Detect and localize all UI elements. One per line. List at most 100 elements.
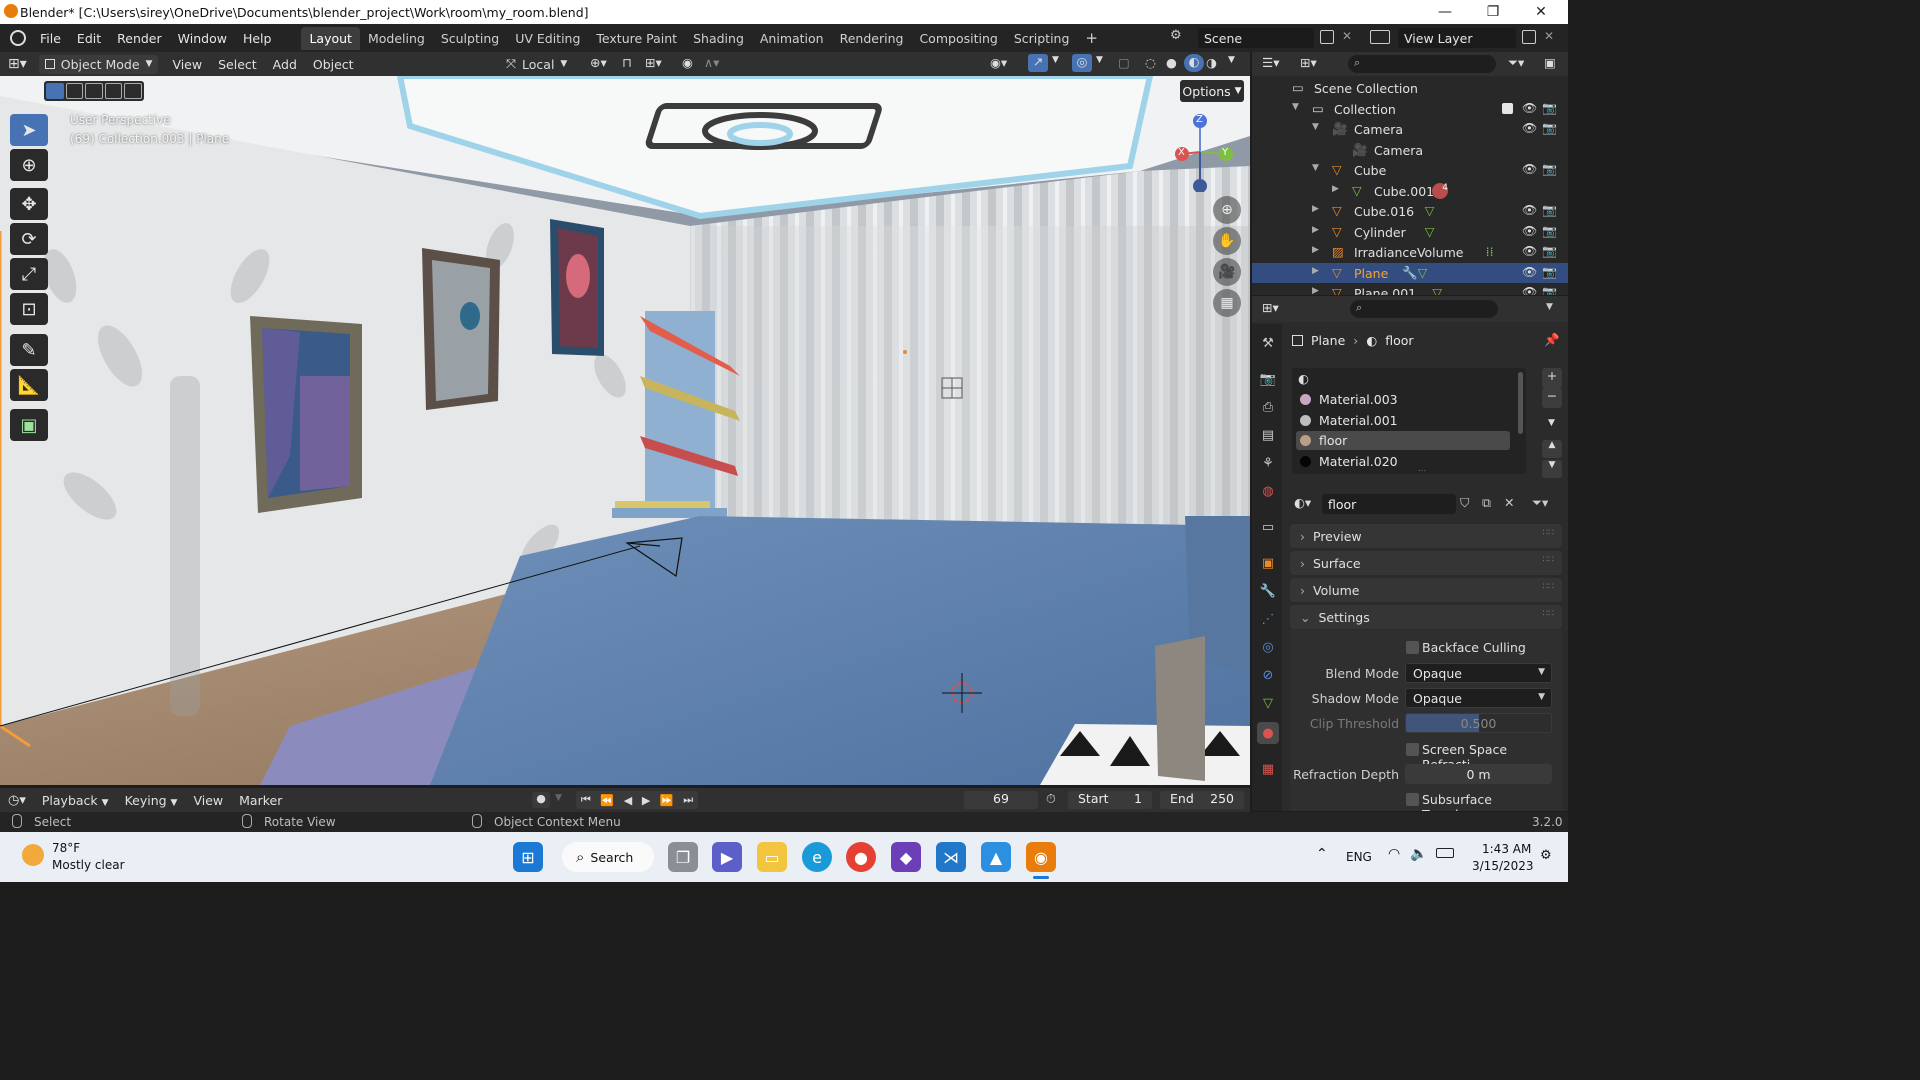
snap-target-icon[interactable]: ⊞▾ (645, 55, 662, 70)
menu-window[interactable]: Window (170, 31, 235, 46)
drag-handle-icon[interactable]: ∷∷ (1543, 555, 1554, 565)
eye-icon[interactable]: 👁 (1522, 244, 1537, 258)
menu-select[interactable]: Select (210, 55, 265, 74)
next-keyframe-icon[interactable]: ⏩ (660, 794, 674, 807)
tab-sculpting[interactable]: Sculpting (433, 27, 507, 50)
clip-threshold-slider[interactable]: 0.500 (1405, 713, 1552, 733)
scene-selector-icon[interactable]: ⚙ (1170, 28, 1192, 48)
menu-object[interactable]: Object (305, 55, 362, 74)
physics-tab[interactable]: ◎ (1257, 636, 1279, 658)
current-frame-field[interactable]: 69 (964, 791, 1038, 809)
material-slot-row[interactable]: floor (1296, 431, 1510, 450)
measure-tool[interactable]: 📐 (10, 369, 48, 401)
tab-rendering[interactable]: Rendering (832, 27, 912, 50)
blender-taskbar-icon[interactable]: ◉ (1026, 842, 1056, 872)
expand-toggle-icon[interactable]: ▶ (1312, 225, 1319, 235)
3d-viewport[interactable]: User Perspective (69) Collection.003 | P… (0, 76, 1250, 785)
material-preview-icon[interactable]: ◐ (1184, 54, 1204, 72)
proportional-edit-icon[interactable]: ◉ (682, 55, 693, 70)
view-layer-tab[interactable]: ▤ (1257, 424, 1279, 446)
world-tab[interactable]: ◍ (1257, 480, 1279, 502)
visual-studio-icon[interactable]: ◆ (891, 842, 921, 872)
render-visibility-icon[interactable]: 📷 (1542, 265, 1557, 279)
menu-edit[interactable]: Edit (69, 31, 109, 46)
eye-icon[interactable]: 👁 (1522, 162, 1537, 176)
render-visibility-icon[interactable]: 📷 (1542, 203, 1557, 217)
properties-search-input[interactable]: ⌕ (1350, 300, 1498, 318)
material-browse-icon[interactable]: ◐▾ (1294, 495, 1311, 510)
menu-playback[interactable]: Playback ▼ (34, 791, 117, 810)
vscode-icon[interactable]: ⋊ (936, 842, 966, 872)
outliner-row[interactable]: ▶ ▽ Plane 🔧▽ 👁 📷 (1252, 262, 1568, 283)
object-data-icon[interactable]: ▽ (1425, 203, 1435, 218)
chrome-icon[interactable]: ● (846, 842, 876, 872)
outliner-row[interactable]: ▶ ▽ Cube.016 ▽ 👁 📷 (1252, 201, 1568, 221)
data-tab[interactable]: ▽ (1257, 692, 1279, 714)
annotate-tool[interactable]: ✎ (10, 334, 48, 366)
expand-toggle-icon[interactable]: ▼ (1312, 122, 1319, 132)
move-slot-down-button[interactable]: ▼ (1542, 460, 1562, 478)
preview-panel-header[interactable]: › Preview ∷∷ (1290, 524, 1562, 548)
scene-tab[interactable]: ⚘ (1257, 452, 1279, 474)
close-button[interactable]: ✕ (1518, 0, 1564, 24)
outliner-search-input[interactable]: ⌕ (1348, 55, 1496, 73)
object-data-icon[interactable]: ⁞⁞ (1486, 244, 1494, 259)
select-subtract-icon[interactable] (85, 83, 103, 99)
tool-tab[interactable]: ⚒ (1257, 332, 1279, 354)
eye-icon[interactable]: 👁 (1522, 224, 1537, 238)
scale-tool[interactable]: ⤢ (10, 258, 48, 290)
gizmo-toggle-icon[interactable]: ↗ (1028, 54, 1048, 72)
menu-timeline-view[interactable]: View (185, 791, 231, 810)
overlays-icon[interactable]: ◎ (1072, 54, 1092, 72)
move-tool[interactable]: ✥ (10, 188, 48, 220)
tray-overflow-icon[interactable]: ⌃ (1316, 846, 1328, 862)
outliner-row[interactable]: 🎥 Camera (1252, 140, 1568, 160)
xray-icon[interactable]: ▢ (1118, 55, 1130, 70)
add-workspace-button[interactable]: + (1077, 25, 1106, 51)
overlays-dropdown-icon[interactable]: ▼ (1096, 55, 1103, 65)
tab-animation[interactable]: Animation (752, 27, 832, 50)
filter-icon[interactable]: ⏷▾ (1508, 55, 1524, 71)
new-scene-icon[interactable] (1320, 30, 1334, 44)
constraints-tab[interactable]: ⊘ (1257, 664, 1279, 686)
shading-dropdown-icon[interactable]: ▼ (1228, 55, 1235, 65)
snap-icon[interactable]: ⊓ (622, 55, 632, 70)
mode-dropdown[interactable]: Object Mode ▼ (38, 54, 159, 74)
outliner-row[interactable]: ▶ ▽ Plane.001 ▽ 👁 📷 (1252, 283, 1568, 295)
select-box-tool[interactable]: ➤ (10, 114, 48, 146)
render-visibility-icon[interactable]: 📷 (1542, 162, 1557, 176)
eye-icon[interactable]: 👁 (1522, 121, 1537, 135)
eye-icon[interactable]: 👁 (1522, 203, 1537, 217)
prev-keyframe-icon[interactable]: ⏪ (600, 794, 614, 807)
task-view-icon[interactable]: ❐ (668, 842, 698, 872)
duplicate-material-icon[interactable]: ⧉ (1482, 495, 1491, 511)
solid-shading-icon[interactable]: ● (1166, 55, 1177, 70)
chevron-down-icon[interactable]: ▼ (1546, 302, 1553, 312)
outliner-editor-icon[interactable]: ☰▾ (1262, 55, 1279, 70)
transform-orientation-dropdown[interactable]: ⤧ Local ▼ (500, 54, 573, 74)
screen-space-refraction-checkbox[interactable] (1406, 743, 1419, 756)
start-button[interactable]: ⊞ (513, 842, 543, 872)
drag-handle-icon[interactable]: ∷∷ (1543, 609, 1554, 619)
cursor-tool[interactable]: ⊕ (10, 149, 48, 181)
drag-handle-icon[interactable]: ∷∷ (1543, 528, 1554, 538)
drag-handle-icon[interactable]: ∷∷ (1543, 582, 1554, 592)
delete-view-layer-icon[interactable]: ✕ (1544, 29, 1554, 43)
eye-icon[interactable]: 👁 (1522, 101, 1537, 115)
slot-scrollbar[interactable] (1518, 372, 1523, 434)
tab-layout[interactable]: Layout (301, 26, 360, 50)
maximize-button[interactable]: ❐ (1470, 0, 1516, 24)
material-slot-row[interactable]: Material.003 (1296, 390, 1510, 409)
modifier-tab[interactable]: 🔧 (1257, 580, 1279, 602)
backface-culling-checkbox[interactable] (1406, 641, 1419, 654)
surface-panel-header[interactable]: › Surface ∷∷ (1290, 551, 1562, 575)
select-intersect-icon[interactable] (124, 83, 142, 99)
minimize-button[interactable]: — (1422, 0, 1468, 24)
render-visibility-icon[interactable]: 📷 (1542, 121, 1557, 135)
outliner-row[interactable]: ▭ Scene Collection (1252, 78, 1568, 98)
tab-scripting[interactable]: Scripting (1006, 27, 1078, 50)
wireframe-shading-icon[interactable]: ◌ (1145, 55, 1156, 70)
eye-icon[interactable]: 👁 (1522, 265, 1537, 279)
menu-render[interactable]: Render (109, 31, 170, 46)
rendered-shading-icon[interactable]: ◑ (1206, 55, 1217, 70)
